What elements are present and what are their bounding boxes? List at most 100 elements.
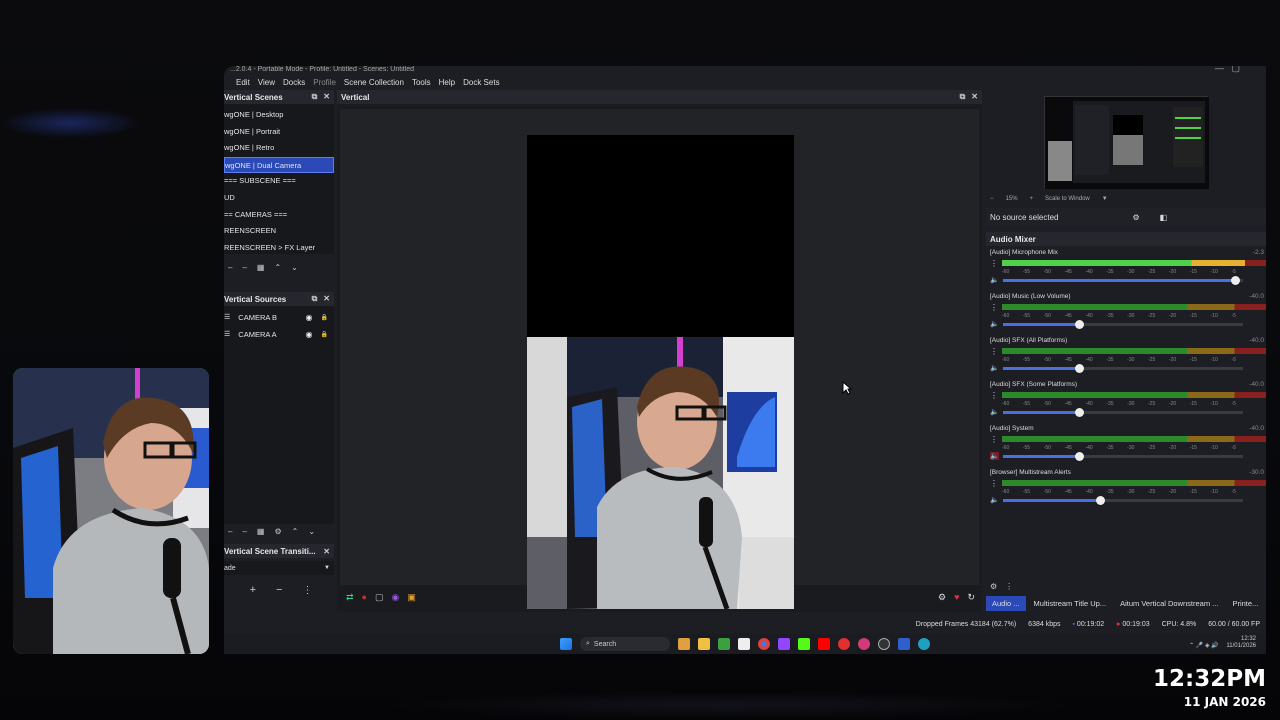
undock-icon[interactable]: ⧉ (960, 92, 966, 102)
scale-mode-select[interactable]: Scale to Window (1045, 196, 1090, 202)
remove-scene-icon[interactable]: – (228, 263, 232, 272)
gear-icon[interactable]: ⚙ (274, 527, 281, 536)
volume-slider[interactable] (1002, 319, 1243, 329)
scene-item[interactable]: wgONE | Dual Camera (224, 156, 334, 174)
move-up-icon[interactable]: ⌃ (274, 263, 281, 272)
dock-tab[interactable]: Multistream Title Up... (1028, 596, 1113, 611)
volume-slider-knob[interactable] (1074, 407, 1084, 417)
folder-icon[interactable]: ▣ (407, 592, 416, 603)
close-icon[interactable]: ✕ (971, 92, 978, 102)
scene-item[interactable]: wgONE | Retro (224, 140, 334, 157)
volume-slider-knob[interactable] (1230, 275, 1240, 285)
add-transition-icon[interactable]: + (250, 584, 256, 596)
close-icon[interactable]: ✕ (323, 92, 330, 102)
volume-slider[interactable] (1002, 363, 1243, 373)
close-icon[interactable]: ✕ (323, 547, 330, 556)
app-green-icon[interactable] (718, 638, 730, 650)
obs-icon[interactable] (878, 638, 890, 650)
menu-item-help[interactable]: Help (439, 78, 455, 87)
undock-icon[interactable]: ⧉ (312, 92, 318, 102)
lock-icon[interactable]: 🔒 (321, 310, 328, 327)
scene-item[interactable]: wgONE | Desktop (224, 107, 334, 124)
remove-source-icon[interactable]: – (228, 527, 232, 536)
studio-mode-icon[interactable]: ⇄ (346, 592, 354, 603)
app-blue-icon[interactable] (898, 638, 910, 650)
speaker-icon[interactable]: 🔈 (990, 496, 999, 504)
zoom-in-icon[interactable]: + (1030, 196, 1034, 202)
youtube-icon[interactable] (818, 638, 830, 650)
muted-speaker-icon[interactable]: 🔈 (990, 452, 999, 460)
remove-scene-button[interactable]: – (242, 263, 246, 272)
scene-item[interactable]: === SUBSCENE === (224, 173, 334, 190)
menu-item-tools[interactable]: Tools (412, 78, 431, 87)
app-pink-icon[interactable] (858, 638, 870, 650)
restore-icon[interactable]: ▢ (1231, 66, 1240, 73)
heart-icon[interactable]: ♥ (954, 592, 959, 603)
filters-icon[interactable]: ▦ (257, 527, 265, 536)
transition-select[interactable]: ade ▼ (224, 561, 334, 575)
gear-icon[interactable]: ⚙ (938, 592, 946, 603)
volume-slider-knob[interactable] (1074, 319, 1084, 329)
channel-menu-icon[interactable]: ⋮ (990, 259, 998, 268)
refresh-icon[interactable]: ↻ (967, 592, 975, 603)
menu-item-dock-sets[interactable]: Dock Sets (463, 78, 499, 87)
kick-icon[interactable] (798, 638, 810, 650)
close-icon[interactable]: ✕ (323, 294, 330, 304)
speaker-icon[interactable]: 🔈 (990, 276, 999, 284)
volume-slider-knob[interactable] (1074, 363, 1084, 373)
menu-item-view[interactable]: View (258, 78, 275, 87)
move-down-icon[interactable]: ⌄ (291, 263, 298, 272)
volume-slider[interactable] (1002, 451, 1243, 461)
chevron-down-icon[interactable]: ▼ (1102, 196, 1108, 202)
dock-tab[interactable]: Printe... (1226, 596, 1264, 611)
scene-item[interactable]: REENSCREEN (224, 223, 334, 240)
chrome-icon[interactable] (758, 638, 770, 650)
more-options-icon[interactable]: ⋮ (1005, 582, 1013, 591)
volume-slider[interactable] (1002, 495, 1243, 505)
twitch-icon[interactable] (778, 638, 790, 650)
move-down-icon[interactable]: ⌄ (308, 527, 315, 536)
scene-item[interactable]: wgONE | Portrait (224, 124, 334, 141)
record-icon[interactable]: ● (362, 592, 367, 602)
scene-item[interactable]: == CAMERAS === (224, 207, 334, 224)
dock-tab[interactable]: Audio ... (986, 596, 1026, 611)
remove-transition-icon[interactable]: − (276, 584, 282, 596)
minimize-icon[interactable]: — (1215, 66, 1224, 73)
speaker-icon[interactable]: 🔈 (990, 408, 999, 416)
filters-icon[interactable]: ◧ (1160, 213, 1168, 222)
volume-slider[interactable] (1002, 275, 1243, 285)
scene-item[interactable]: UD (224, 190, 334, 207)
channel-menu-icon[interactable]: ⋮ (990, 303, 998, 312)
scene-item[interactable]: REENSCREEN > FX Layer (224, 240, 334, 257)
notion-icon[interactable] (738, 638, 750, 650)
lock-icon[interactable]: 🔒 (321, 327, 328, 344)
youtube-studio-icon[interactable] (838, 638, 850, 650)
system-tray[interactable]: ⌃ 🎤 ◈ 🔊 12:32 11/01/2026 (1189, 636, 1256, 650)
virtual-cam-icon[interactable]: ◉ (392, 592, 400, 603)
widgets-icon[interactable] (678, 638, 690, 650)
undock-icon[interactable]: ⧉ (312, 294, 318, 304)
taskbar-search[interactable]: ⌕ Search (580, 637, 670, 651)
move-up-icon[interactable]: ⌃ (292, 527, 299, 536)
menu-item-scene-collection[interactable]: Scene Collection (344, 78, 404, 87)
scene-filters-icon[interactable]: ▦ (257, 263, 265, 272)
remove-source-button[interactable]: – (242, 527, 246, 536)
visibility-eye-icon[interactable]: ◉ (306, 310, 313, 327)
more-options-icon[interactable]: ⋮ (302, 585, 312, 596)
speaker-icon[interactable]: 🔈 (990, 320, 999, 328)
preview-canvas[interactable] (340, 109, 979, 609)
source-item[interactable]: ☰ CAMERA A ◉ 🔒 (224, 327, 334, 344)
advanced-audio-icon[interactable]: ⚙ (990, 582, 997, 591)
volume-slider-knob[interactable] (1074, 451, 1084, 461)
volume-slider[interactable] (1002, 407, 1243, 417)
source-item[interactable]: ☰ CAMERA B ◉ 🔒 (224, 310, 334, 327)
speaker-icon[interactable]: 🔈 (990, 364, 999, 372)
channel-menu-icon[interactable]: ⋮ (990, 435, 998, 444)
file-explorer-icon[interactable] (698, 638, 710, 650)
square-icon[interactable]: ▢ (375, 592, 384, 603)
channel-menu-icon[interactable]: ⋮ (990, 391, 998, 400)
menu-item-edit[interactable]: Edit (236, 78, 250, 87)
menu-item-profile[interactable]: Profile (313, 78, 336, 87)
channel-menu-icon[interactable]: ⋮ (990, 479, 998, 488)
channel-menu-icon[interactable]: ⋮ (990, 347, 998, 356)
